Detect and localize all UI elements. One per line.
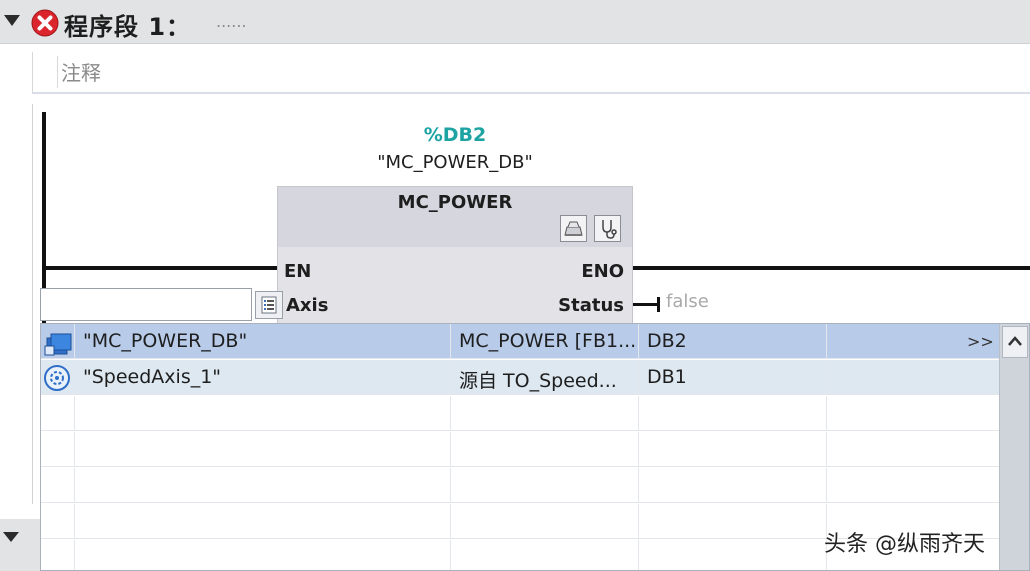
technology-object-icon — [41, 360, 75, 394]
suggestion-type: MC_POWER [FB1... — [451, 324, 639, 358]
list-item-empty — [41, 396, 1007, 431]
function-block[interactable]: MC_POWER EN ENO Axis Status — [277, 186, 633, 324]
instance-db-name[interactable]: "MC_POWER_DB" — [0, 152, 910, 173]
network-comment-row[interactable]: 注释 — [32, 52, 1030, 94]
axis-operand-field[interactable] — [41, 289, 251, 320]
list-item-empty — [41, 432, 1007, 467]
rung-wire-right — [632, 266, 1030, 270]
chevron-up-icon — [1008, 336, 1022, 346]
db-icon — [41, 324, 75, 358]
network-header: 程序段 1： ...... — [0, 0, 1030, 44]
network-title-placeholder[interactable]: ...... — [216, 12, 247, 31]
suggestion-type: 源自 TO_Speed... — [451, 360, 639, 394]
pin-en: EN — [284, 261, 312, 282]
pin-eno: ENO — [581, 261, 624, 282]
operand-list-button[interactable] — [255, 291, 283, 319]
block-open-icon — [564, 221, 583, 236]
list-icon — [261, 296, 277, 314]
scroll-up-button[interactable] — [1002, 326, 1028, 358]
suggestion-db: DB1 — [639, 360, 827, 394]
network-comment[interactable]: 注释 — [61, 57, 101, 86]
stethoscope-icon — [602, 220, 617, 239]
status-output-value[interactable]: false — [666, 291, 709, 312]
error-icon — [31, 9, 59, 37]
suggestion-extra — [827, 360, 1007, 394]
instance-db-address[interactable]: %DB2 — [0, 124, 910, 146]
list-item[interactable]: "MC_POWER_DB" MC_POWER [FB1... DB2 >> — [41, 324, 1007, 359]
list-item-empty — [41, 468, 1007, 503]
function-block-name: MC_POWER — [397, 192, 513, 213]
next-network-header — [0, 519, 40, 571]
collapse-arrow-icon[interactable] — [3, 532, 19, 542]
watermark: 头条 @纵雨齐天 — [824, 532, 985, 557]
pin-axis: Axis — [286, 295, 329, 316]
list-item[interactable]: "SpeedAxis_1" 源自 TO_Speed... DB1 — [41, 360, 1007, 395]
diagnostics-button[interactable] — [594, 215, 621, 242]
expand-details-button[interactable]: >> — [967, 332, 994, 351]
collapse-arrow-icon[interactable] — [4, 15, 20, 26]
axis-operand-input[interactable] — [40, 288, 252, 321]
suggestion-name: "SpeedAxis_1" — [75, 360, 451, 394]
pin-status: Status — [558, 295, 624, 316]
open-block-button[interactable] — [560, 215, 587, 242]
suggestion-db: DB2 — [639, 324, 827, 358]
status-wire — [633, 303, 659, 306]
rung-wire-left — [46, 266, 278, 270]
suggestion-name: "MC_POWER_DB" — [75, 324, 451, 358]
status-wire-end — [657, 297, 660, 312]
vertical-scrollbar[interactable] — [999, 324, 1029, 570]
network-title[interactable]: 程序段 1： — [64, 7, 191, 42]
